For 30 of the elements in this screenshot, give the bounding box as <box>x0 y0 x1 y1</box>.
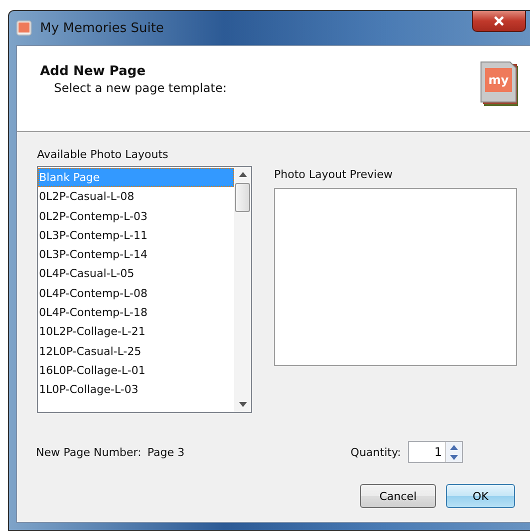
layout-item[interactable]: 0L3P-Contemp-L-11 <box>38 226 234 246</box>
page-number-value: Page 3 <box>147 446 184 458</box>
scroll-up-icon[interactable] <box>238 172 246 177</box>
window-title: My Memories Suite <box>40 20 164 36</box>
page-number-label: New Page Number: <box>36 446 142 458</box>
layout-item[interactable]: 0L4P-Contemp-L-18 <box>38 303 234 322</box>
close-icon <box>493 16 505 26</box>
logo-text: my <box>488 73 509 87</box>
scrollbar[interactable] <box>234 167 251 412</box>
layout-item[interactable]: 0L4P-Casual-L-05 <box>38 264 234 284</box>
layout-item[interactable]: 12L0P-Casual-L-25 <box>38 342 234 361</box>
quantity-label: Quantity: <box>350 446 401 458</box>
layout-item[interactable]: 0L3P-Contemp-L-14 <box>38 245 234 264</box>
layout-item[interactable]: 0L2P-Casual-L-08 <box>38 187 234 207</box>
scroll-thumb[interactable] <box>235 183 250 212</box>
ok-button[interactable]: OK <box>446 484 515 508</box>
layout-item[interactable]: 0L4P-Contemp-L-08 <box>38 284 234 304</box>
preview-label: Photo Layout Preview <box>274 168 394 181</box>
dialog-subtitle: Select a new page template: <box>53 81 227 95</box>
layout-item[interactable]: 0L2P-Contemp-L-03 <box>38 206 234 226</box>
layout-item[interactable]: 16L0P-Collage-L-01 <box>38 360 234 380</box>
layout-item[interactable]: 10L2P-Collage-L-21 <box>38 322 234 342</box>
scroll-down-icon[interactable] <box>238 402 246 407</box>
dialog-heading: Add New Page <box>40 64 147 79</box>
layout-list[interactable] <box>37 166 252 413</box>
close-button[interactable] <box>472 11 526 32</box>
app-icon <box>16 20 32 36</box>
cancel-button[interactable]: Cancel <box>360 484 436 508</box>
layouts-label: Available Photo Layouts <box>37 148 170 161</box>
layout-item[interactable]: 1L0P-Collage-L-03 <box>38 380 234 400</box>
